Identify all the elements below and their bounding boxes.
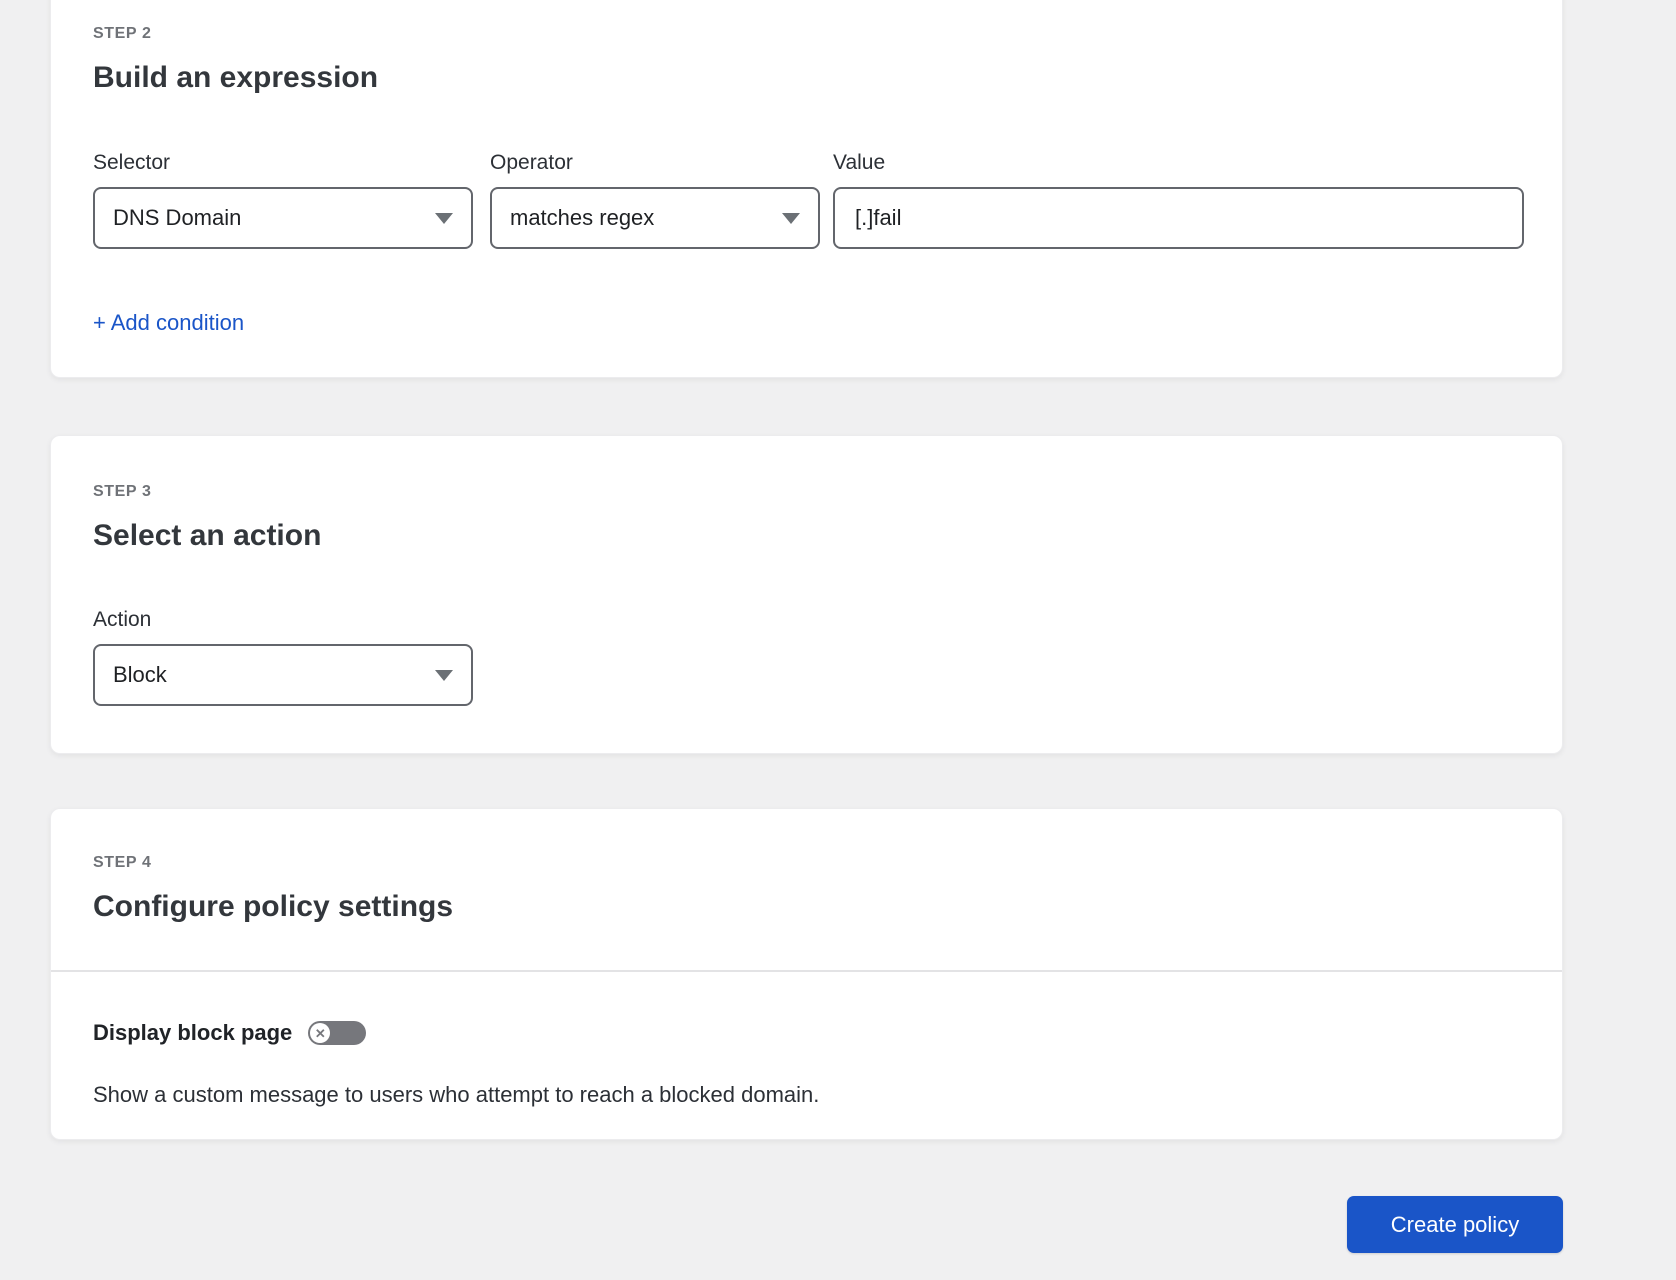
step4-card: STEP 4 Configure policy settings Display… (50, 808, 1563, 1140)
chevron-down-icon (782, 212, 800, 224)
action-dropdown[interactable]: Block (93, 644, 473, 706)
action-field: Action Block (93, 608, 1524, 706)
display-block-page-label: Display block page (93, 1020, 293, 1045)
value-input[interactable] (853, 204, 1504, 232)
step3-card: STEP 3 Select an action Action Block (50, 435, 1563, 754)
expression-fields-row: Selector DNS Domain Operator matches reg… (93, 151, 1524, 249)
operator-column: Operator matches regex (490, 151, 820, 249)
add-condition-link[interactable]: + Add condition (93, 311, 244, 335)
chevron-down-icon (435, 212, 453, 224)
action-dropdown-value: Block (113, 662, 167, 687)
step3-title: Select an action (93, 519, 322, 552)
chevron-down-icon (435, 669, 453, 681)
value-input-wrapper (833, 187, 1524, 249)
step4-title: Configure policy settings (93, 890, 454, 923)
operator-dropdown[interactable]: matches regex (490, 187, 820, 249)
card-divider (51, 970, 1562, 972)
step3-label: STEP 3 (93, 483, 152, 500)
display-block-page-description: Show a custom message to users who attem… (93, 1082, 820, 1107)
step4-label: STEP 4 (93, 854, 152, 871)
display-block-page-row: Display block page ✕ (93, 1020, 1524, 1046)
selector-column: Selector DNS Domain (93, 151, 473, 249)
display-block-page-toggle[interactable]: ✕ (308, 1021, 367, 1045)
action-label: Action (93, 608, 152, 631)
create-policy-button[interactable]: Create policy (1347, 1196, 1563, 1253)
selector-label: Selector (93, 151, 171, 174)
policy-builder-page: STEP 2 Build an expression Selector DNS … (0, 0, 1676, 1280)
step2-title: Build an expression (93, 61, 379, 94)
value-column: Value (833, 151, 1524, 249)
value-label: Value (833, 151, 886, 174)
step2-card: STEP 2 Build an expression Selector DNS … (50, 0, 1563, 378)
step2-label: STEP 2 (93, 25, 152, 42)
operator-dropdown-value: matches regex (510, 205, 655, 230)
selector-dropdown[interactable]: DNS Domain (93, 187, 473, 249)
operator-label: Operator (490, 151, 573, 174)
selector-dropdown-value: DNS Domain (113, 205, 242, 230)
toggle-off-icon: ✕ (310, 1023, 331, 1043)
